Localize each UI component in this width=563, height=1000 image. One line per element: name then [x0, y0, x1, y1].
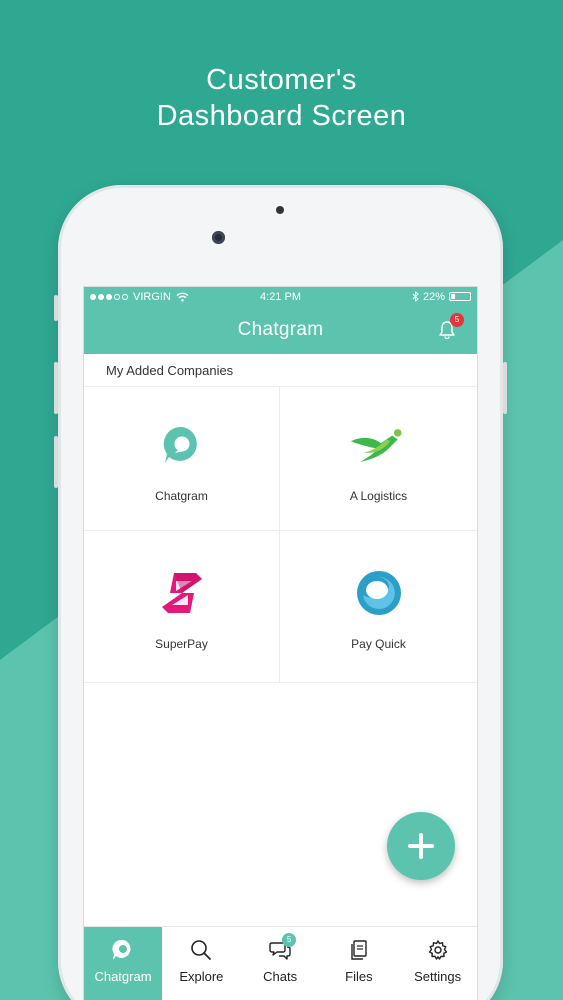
phone-power-button — [503, 362, 507, 414]
a-logistics-logo-icon — [349, 415, 409, 475]
company-name: A Logistics — [349, 488, 408, 503]
app-title: Chatgram — [237, 319, 324, 340]
tab-chatgram[interactable]: Chatgram — [84, 927, 162, 1000]
tab-label: Explore — [179, 969, 224, 984]
company-card-pay-quick[interactable]: Pay Quick — [280, 531, 477, 683]
plus-icon — [408, 833, 434, 859]
wifi-icon — [176, 292, 189, 302]
tab-chats[interactable]: 5 Chats — [241, 927, 320, 1000]
chats-count-badge: 5 — [282, 933, 297, 947]
section-title: My Added Companies — [84, 354, 477, 387]
app-bar: Chatgram 5 — [84, 306, 477, 354]
company-name: SuperPay — [155, 636, 208, 651]
companies-grid: Chatgram A Logistics SuperPay Pay Quick — [84, 387, 477, 683]
app-screen: VIRGIN 4:21 PM 22% Chatgram 5 My Added C… — [84, 287, 477, 1000]
tab-explore[interactable]: Explore — [162, 927, 241, 1000]
battery-icon — [449, 292, 471, 301]
files-icon — [348, 939, 370, 961]
signal-strength-icon — [90, 293, 128, 300]
superpay-logo-icon — [152, 563, 212, 623]
company-card-chatgram[interactable]: Chatgram — [84, 387, 280, 531]
tab-settings[interactable]: Settings — [398, 927, 477, 1000]
phone-volume-down-button — [54, 436, 58, 488]
tab-files[interactable]: Files — [320, 927, 399, 1000]
notifications-button[interactable]: 5 — [437, 313, 464, 340]
chat-bubbles-icon: 5 — [269, 933, 297, 961]
company-card-a-logistics[interactable]: A Logistics — [280, 387, 477, 531]
company-card-superpay[interactable]: SuperPay — [84, 531, 280, 683]
chatgram-icon — [112, 939, 134, 961]
tab-label: Settings — [414, 969, 462, 984]
phone-volume-up-button — [54, 362, 58, 414]
company-name: Pay Quick — [351, 636, 406, 651]
phone-side-button — [54, 295, 58, 321]
carrier-name: VIRGIN — [133, 290, 171, 303]
notification-count-badge: 5 — [450, 313, 464, 327]
promo-title-line2: Dashboard Screen — [156, 100, 407, 132]
search-icon — [190, 939, 212, 961]
phone-camera — [212, 231, 225, 244]
chatgram-logo-icon — [152, 415, 212, 475]
promo-title: Customer's Dashboard Screen — [0, 62, 563, 134]
battery-percentage: 22% — [422, 290, 445, 303]
status-bar: VIRGIN 4:21 PM 22% — [84, 287, 477, 306]
bluetooth-icon — [412, 291, 419, 302]
phone-speaker — [276, 206, 284, 214]
tab-label: Files — [345, 969, 373, 984]
gear-icon — [427, 939, 449, 961]
bottom-tab-bar: Chatgram Explore 5 Chats Files Settings — [84, 926, 477, 1000]
tab-label: Chatgram — [94, 969, 152, 984]
tab-label: Chats — [263, 969, 298, 984]
promo-title-line1: Customer's — [206, 64, 357, 96]
pay-quick-logo-icon — [349, 563, 409, 623]
company-name: Chatgram — [155, 488, 208, 503]
add-company-button[interactable] — [387, 812, 455, 880]
